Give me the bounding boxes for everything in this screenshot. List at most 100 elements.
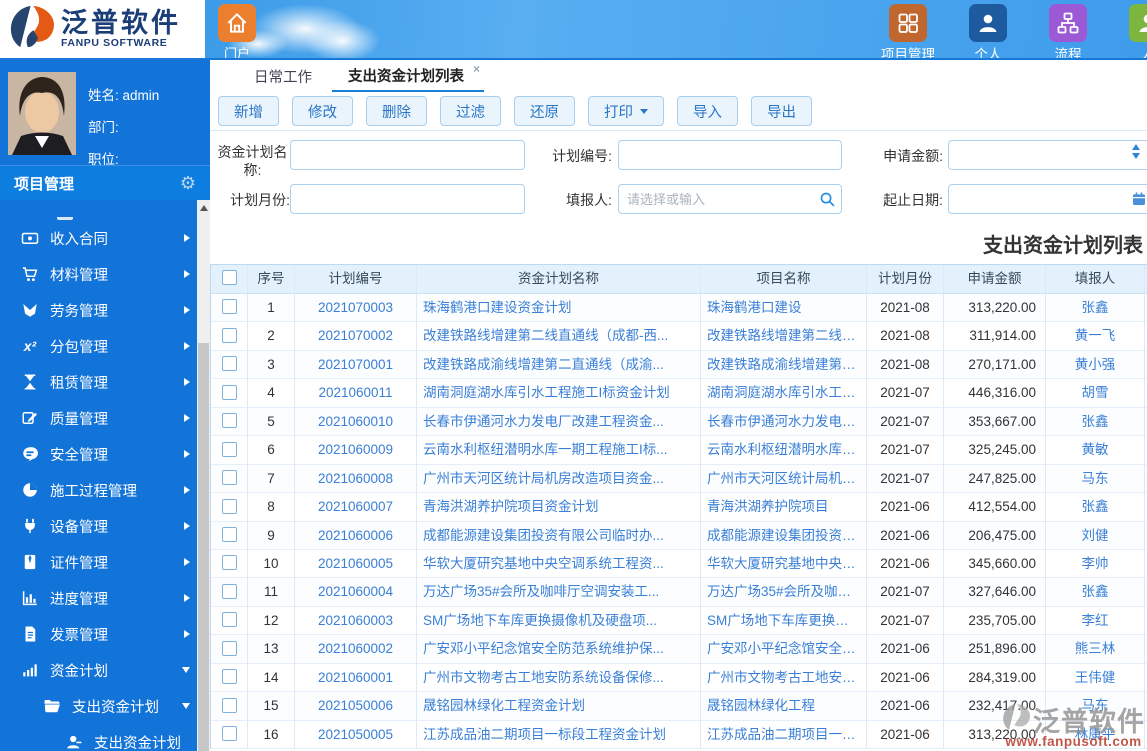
topnav-item[interactable]: 项目管理: [879, 4, 937, 58]
cell-reporter[interactable]: 胡雪: [1046, 379, 1145, 408]
fund-plan-name-input[interactable]: [290, 140, 525, 170]
topnav-item[interactable]: 个人: [959, 4, 1017, 58]
table-row[interactable]: 11 2021060004 万达广场35#会所及咖啡厅空调安装工... 万达广场…: [211, 578, 1147, 607]
cell-project-name[interactable]: 晟铭园林绿化工程: [701, 692, 867, 721]
sidebar-scrollbar[interactable]: [197, 200, 210, 751]
cell-plan-code[interactable]: 2021060005: [295, 549, 417, 579]
cell-fund-plan-name[interactable]: 晟铭园林绿化工程资金计划: [417, 692, 701, 721]
cell-plan-code[interactable]: 2021060007: [295, 493, 417, 522]
cell-project-name[interactable]: 改建铁路线增建第二线直通线...: [701, 322, 867, 351]
row-checkbox[interactable]: [221, 612, 237, 628]
cell-reporter[interactable]: 马东: [1046, 692, 1145, 721]
cell-reporter[interactable]: 刘健: [1046, 521, 1145, 550]
table-row[interactable]: 2 2021070002 改建铁路线增建第二线直通线（成都-西... 改建铁路线…: [211, 322, 1147, 351]
tab-expense-fund-plan-list[interactable]: 支出资金计划列表 ×: [332, 60, 484, 92]
cell-fund-plan-name[interactable]: 珠海鹤港口建设资金计划: [417, 294, 701, 323]
column-header[interactable]: 资金计划名称: [417, 265, 701, 294]
cell-reporter[interactable]: 马东: [1046, 464, 1145, 494]
table-row[interactable]: 7 2021060008 广州市天河区统计局机房改造项目资金... 广州市天河区…: [211, 464, 1147, 494]
number-spinner[interactable]: [1130, 144, 1142, 159]
cell-project-name[interactable]: 华软大厦研究基地中央空调系...: [701, 549, 867, 579]
sidebar-menu-item[interactable]: 支出资金计划: [0, 688, 210, 724]
cell-reporter[interactable]: 王伟健: [1046, 663, 1145, 693]
topnav-item[interactable]: 人: [1119, 4, 1147, 58]
cell-fund-plan-name[interactable]: 广州市天河区统计局机房改造项目资金...: [417, 464, 701, 494]
table-row[interactable]: 3 2021070001 改建铁路成渝线增建第二直通线（成渝... 改建铁路成渝…: [211, 350, 1147, 380]
cell-project-name[interactable]: 改建铁路成渝线增建第二直通...: [701, 350, 867, 380]
cell-plan-code[interactable]: 2021050005: [295, 720, 417, 749]
sidebar-menu-item[interactable]: 材料管理: [0, 256, 210, 292]
cell-fund-plan-name[interactable]: 成都能源建设集团投资有限公司临时办...: [417, 521, 701, 550]
row-checkbox[interactable]: [221, 555, 237, 571]
cell-reporter[interactable]: 李红: [1046, 606, 1145, 636]
sidebar-menu-item[interactable]: 进度管理: [0, 580, 210, 616]
plan-code-input[interactable]: [618, 140, 842, 170]
reporter-input[interactable]: [618, 184, 842, 214]
cell-project-name[interactable]: 万达广场35#会所及咖啡厅空调...: [701, 578, 867, 607]
sidebar-menu-item[interactable]: 发票管理: [0, 616, 210, 652]
tab-daily-work[interactable]: 日常工作: [238, 60, 332, 92]
calendar-icon[interactable]: [1130, 190, 1147, 208]
cell-reporter[interactable]: 林康平: [1046, 720, 1145, 749]
toolbar-button[interactable]: 还原: [514, 96, 575, 126]
cell-fund-plan-name[interactable]: 广安邓小平纪念馆安全防范系统维护保...: [417, 635, 701, 664]
row-checkbox[interactable]: [221, 697, 237, 713]
cell-plan-code[interactable]: 2021060009: [295, 436, 417, 465]
cell-reporter[interactable]: 张鑫: [1046, 407, 1145, 437]
column-header[interactable]: 计划编号: [295, 265, 417, 294]
cell-project-name[interactable]: 青海洪湖养护院项目: [701, 493, 867, 522]
toolbar-button[interactable]: 导出: [751, 96, 812, 126]
cell-plan-code[interactable]: 2021060011: [295, 379, 417, 408]
cell-plan-code[interactable]: 2021060001: [295, 663, 417, 693]
search-icon[interactable]: [818, 190, 836, 208]
sidebar-menu-item[interactable]: 质量管理: [0, 400, 210, 436]
row-checkbox[interactable]: [221, 356, 237, 372]
table-row[interactable]: 16 2021050005 江苏成品油二期项目一标段工程资金计划 江苏成品油二期…: [211, 720, 1147, 749]
plan-month-input[interactable]: [290, 184, 525, 214]
cell-reporter[interactable]: 黄小强: [1046, 350, 1145, 380]
toolbar-button[interactable]: 导入: [677, 96, 738, 126]
column-header[interactable]: 序号: [248, 265, 295, 294]
apply-amount-input[interactable]: [948, 140, 1147, 170]
sidebar-menu-item[interactable]: 收入合同: [0, 220, 210, 256]
sidebar-menu-item[interactable]: x² 分包管理: [0, 328, 210, 364]
table-row[interactable]: 14 2021060001 广州市文物考古工地安防系统设备保修... 广州市文物…: [211, 663, 1147, 693]
cell-reporter[interactable]: 熊三林: [1046, 635, 1145, 664]
cell-reporter[interactable]: 张鑫: [1046, 493, 1145, 522]
scroll-up-icon[interactable]: [197, 200, 210, 215]
cell-project-name[interactable]: 云南水利枢纽潜明水库一期工...: [701, 436, 867, 465]
cell-fund-plan-name[interactable]: 青海洪湖养护院项目资金计划: [417, 493, 701, 522]
cell-project-name[interactable]: 广安邓小平纪念馆安全防范系...: [701, 635, 867, 664]
spin-up-icon[interactable]: [1132, 144, 1140, 150]
cell-fund-plan-name[interactable]: 万达广场35#会所及咖啡厅空调安装工...: [417, 578, 701, 607]
cell-project-name[interactable]: 广州市天河区统计局机房改造...: [701, 464, 867, 494]
cell-fund-plan-name[interactable]: 云南水利枢纽潜明水库一期工程施工I标...: [417, 436, 701, 465]
spin-down-icon[interactable]: [1132, 153, 1140, 159]
table-row[interactable]: 6 2021060009 云南水利枢纽潜明水库一期工程施工I标... 云南水利枢…: [211, 436, 1147, 465]
cell-fund-plan-name[interactable]: 江苏成品油二期项目一标段工程资金计划: [417, 720, 701, 749]
table-row[interactable]: 8 2021060007 青海洪湖养护院项目资金计划 青海洪湖养护院项目 202…: [211, 493, 1147, 522]
row-checkbox[interactable]: [221, 669, 237, 685]
column-header[interactable]: 填报人: [1046, 265, 1145, 294]
cell-project-name[interactable]: 长春市伊通河水力发电厂改建...: [701, 407, 867, 437]
cell-reporter[interactable]: 张鑫: [1046, 578, 1145, 607]
column-header[interactable]: 项目名称: [701, 265, 867, 294]
row-checkbox[interactable]: [221, 470, 237, 486]
sidebar-menu-item[interactable]: 设备管理: [0, 508, 210, 544]
row-checkbox[interactable]: [221, 498, 237, 514]
row-checkbox[interactable]: [221, 583, 237, 599]
cell-plan-code[interactable]: 2021060002: [295, 635, 417, 664]
cell-project-name[interactable]: 江苏成品油二期项目一标段工程: [701, 720, 867, 749]
row-checkbox[interactable]: [221, 441, 237, 457]
menu-item-partial[interactable]: [57, 212, 73, 220]
cell-plan-code[interactable]: 2021070002: [295, 322, 417, 351]
cell-fund-plan-name[interactable]: 广州市文物考古工地安防系统设备保修...: [417, 663, 701, 693]
scrollbar-thumb[interactable]: [198, 343, 209, 751]
cell-fund-plan-name[interactable]: 改建铁路线增建第二线直通线（成都-西...: [417, 322, 701, 351]
toolbar-button[interactable]: 新增: [218, 96, 279, 126]
table-row[interactable]: 5 2021060010 长春市伊通河水力发电厂改建工程资金... 长春市伊通河…: [211, 407, 1147, 437]
cell-fund-plan-name[interactable]: 湖南洞庭湖水库引水工程施工I标资金计划: [417, 379, 701, 408]
cell-project-name[interactable]: 湖南洞庭湖水库引水工程施工I标: [701, 379, 867, 408]
row-checkbox[interactable]: [221, 384, 237, 400]
cell-fund-plan-name[interactable]: 华软大厦研究基地中央空调系统工程资...: [417, 549, 701, 579]
